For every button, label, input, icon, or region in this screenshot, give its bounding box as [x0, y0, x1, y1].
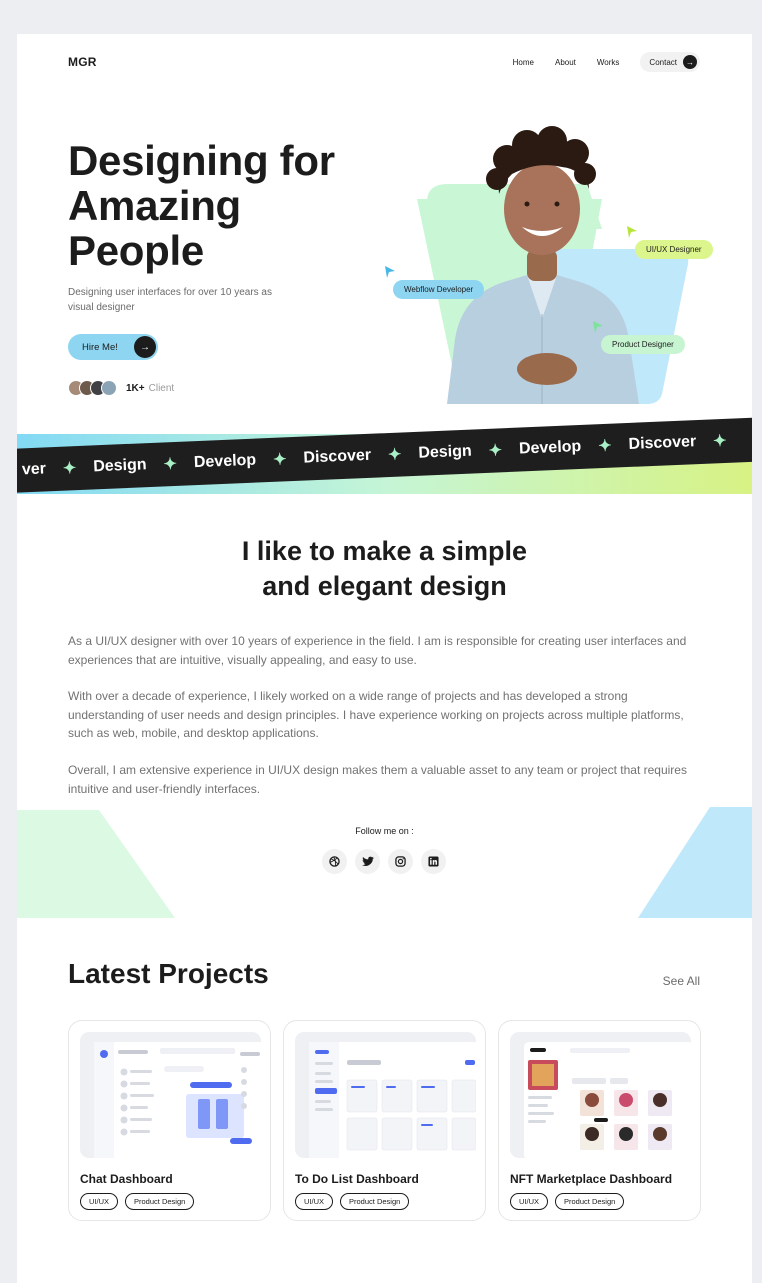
todo-dashboard-preview [309, 1042, 476, 1158]
arrow-right-icon: → [134, 336, 156, 358]
project-card-todo-dashboard[interactable]: To Do List Dashboard UI/UX Product Desig… [283, 1020, 486, 1221]
project-tag: Product Design [555, 1193, 625, 1210]
arrow-right-icon: → [683, 55, 697, 69]
tag-ui-ux-designer: UI/UX Designer [635, 240, 713, 259]
tag-product-designer: Product Designer [601, 335, 685, 354]
client-label: Client [148, 382, 175, 394]
nav-about-link[interactable]: About [555, 58, 576, 67]
marquee-word: ver [21, 460, 47, 479]
project-thumbnail [295, 1032, 476, 1158]
project-tag: Product Design [125, 1193, 195, 1210]
sparkle-icon: ✦ [62, 460, 77, 478]
sparkle-icon: ✦ [488, 442, 503, 460]
instagram-link[interactable] [388, 849, 413, 874]
sparkle-icon: ✦ [597, 437, 613, 456]
about-paragraph: Overall, I am extensive experience in UI… [68, 763, 687, 796]
client-summary: 1K+ Client [68, 380, 174, 396]
marquee-word: Develop [518, 437, 582, 458]
marquee-word: Discover [628, 433, 697, 453]
project-title: To Do List Dashboard [295, 1172, 419, 1186]
project-title: NFT Marketplace Dashboard [510, 1172, 673, 1186]
sparkle-icon: ✦ [163, 455, 178, 474]
sparkle-icon: ✦ [387, 446, 402, 465]
marquee-word: Discover [303, 446, 372, 467]
project-tags: UI/UX Product Design [80, 1193, 195, 1210]
social-links [322, 849, 446, 874]
hire-me-label: Hire Me! [82, 341, 118, 353]
hero-title-line: Amazing [68, 182, 241, 229]
marquee-word: Develop [193, 451, 257, 472]
portfolio-page: MGR Home About Works Contact → Designing… [17, 34, 752, 1283]
main-nav: Home About Works Contact → [513, 52, 700, 72]
cursor-pointer-icon [385, 266, 395, 278]
hero-title-line: Designing for [68, 137, 335, 184]
logo[interactable]: MGR [68, 55, 97, 69]
about-paragraph: As a UI/UX designer with over 10 years o… [68, 634, 687, 667]
chat-dashboard-preview [94, 1042, 261, 1158]
instagram-icon [395, 856, 406, 867]
hire-me-button[interactable]: Hire Me! → [68, 334, 158, 360]
project-card-nft-dashboard[interactable]: NFT Marketplace Dashboard UI/UX Product … [498, 1020, 701, 1221]
decor-shape-right [638, 807, 752, 918]
dribbble-link[interactable] [322, 849, 347, 874]
project-tag: UI/UX [295, 1193, 334, 1210]
project-tags: UI/UX Product Design [295, 1193, 410, 1210]
tag-webflow-developer: Webflow Developer [393, 280, 485, 299]
project-card-chat-dashboard[interactable]: Chat Dashboard UI/UX Product Design [68, 1020, 271, 1221]
cursor-pointer-icon [593, 321, 603, 333]
project-tags: UI/UX Product Design [510, 1193, 625, 1210]
dribbble-icon [329, 856, 340, 867]
sparkle-icon: ✦ [272, 451, 287, 469]
about-paragraph: With over a decade of experience, I like… [68, 689, 684, 740]
project-title: Chat Dashboard [80, 1172, 173, 1186]
project-tag: UI/UX [510, 1193, 549, 1210]
project-tag: UI/UX [80, 1193, 119, 1210]
see-all-link[interactable]: See All [663, 974, 700, 988]
nft-dashboard-preview [524, 1042, 691, 1158]
nav-works-link[interactable]: Works [597, 58, 620, 67]
marquee-word: Design [92, 456, 147, 476]
twitter-icon [361, 856, 374, 866]
cursor-pointer-icon [627, 226, 637, 238]
client-count: 1K+ [126, 382, 145, 394]
linkedin-icon [428, 856, 439, 867]
sparkle-icon: ✦ [712, 432, 727, 451]
about-title: I like to make a simple and elegant desi… [17, 534, 752, 604]
project-thumbnail [80, 1032, 261, 1158]
twitter-link[interactable] [355, 849, 380, 874]
marquee-word: Design [418, 442, 473, 462]
hero-title: Designing for Amazing People [68, 138, 388, 273]
hero-title-line: People [68, 227, 204, 274]
about-title-line: and elegant design [262, 571, 507, 601]
hero-subtitle: Designing user interfaces for over 10 ye… [68, 287, 272, 313]
about-title-line: I like to make a simple [241, 536, 528, 566]
project-tag: Product Design [340, 1193, 410, 1210]
projects-title: Latest Projects [68, 958, 269, 989]
client-avatar [101, 380, 117, 396]
project-thumbnail [510, 1032, 691, 1158]
follow-label: Follow me on : [355, 826, 414, 836]
hero-portrait: UI/UX Designer Webflow Developer Product… [377, 89, 713, 409]
contact-button-label: Contact [649, 57, 677, 67]
nav-home-link[interactable]: Home [513, 58, 534, 67]
linkedin-link[interactable] [421, 849, 446, 874]
contact-button[interactable]: Contact → [640, 52, 700, 72]
